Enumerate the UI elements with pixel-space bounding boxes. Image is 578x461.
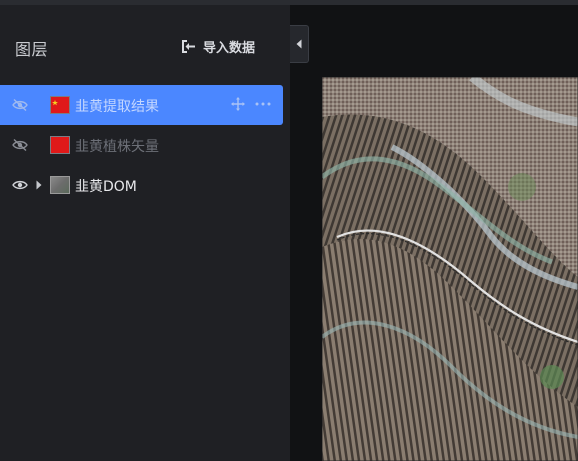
layer-name: 韭黄提取结果	[75, 99, 159, 115]
eye-off-icon[interactable]	[12, 138, 28, 152]
import-icon	[182, 39, 195, 53]
layer-thumbnail	[50, 176, 70, 194]
panel-title: 图层	[15, 40, 49, 59]
map-view[interactable]	[290, 5, 578, 461]
caret-right-icon[interactable]	[35, 179, 43, 191]
layer-row-plant-vector[interactable]: 韭黄植株矢量	[0, 125, 283, 165]
layer-thumbnail	[50, 96, 70, 114]
layer-row-dom[interactable]: 韭黄DOM	[0, 165, 283, 205]
move-icon[interactable]	[231, 97, 245, 111]
orthophoto-image[interactable]	[322, 77, 578, 461]
layer-row-extraction-result[interactable]: 韭黄提取结果	[0, 85, 283, 125]
layer-name: 韭黄植株矢量	[75, 139, 159, 155]
eye-off-icon[interactable]	[12, 98, 28, 112]
import-data-button[interactable]: 导入数据	[180, 35, 255, 57]
collapse-panel-button[interactable]	[290, 25, 309, 63]
layer-panel-header: 图层 导入数据	[0, 5, 290, 85]
import-data-label: 导入数据	[203, 40, 256, 56]
flag-thumbnail-icon	[51, 97, 69, 113]
layer-name: 韭黄DOM	[75, 179, 137, 195]
layer-panel: 图层 导入数据 韭黄提取结果 韭黄植株矢量 韭黄DOM	[0, 5, 290, 461]
layer-thumbnail	[50, 136, 70, 154]
layer-row-tools	[231, 97, 271, 111]
eye-icon[interactable]	[12, 178, 28, 192]
collapse-left-icon	[296, 39, 302, 49]
more-icon[interactable]	[255, 102, 271, 106]
